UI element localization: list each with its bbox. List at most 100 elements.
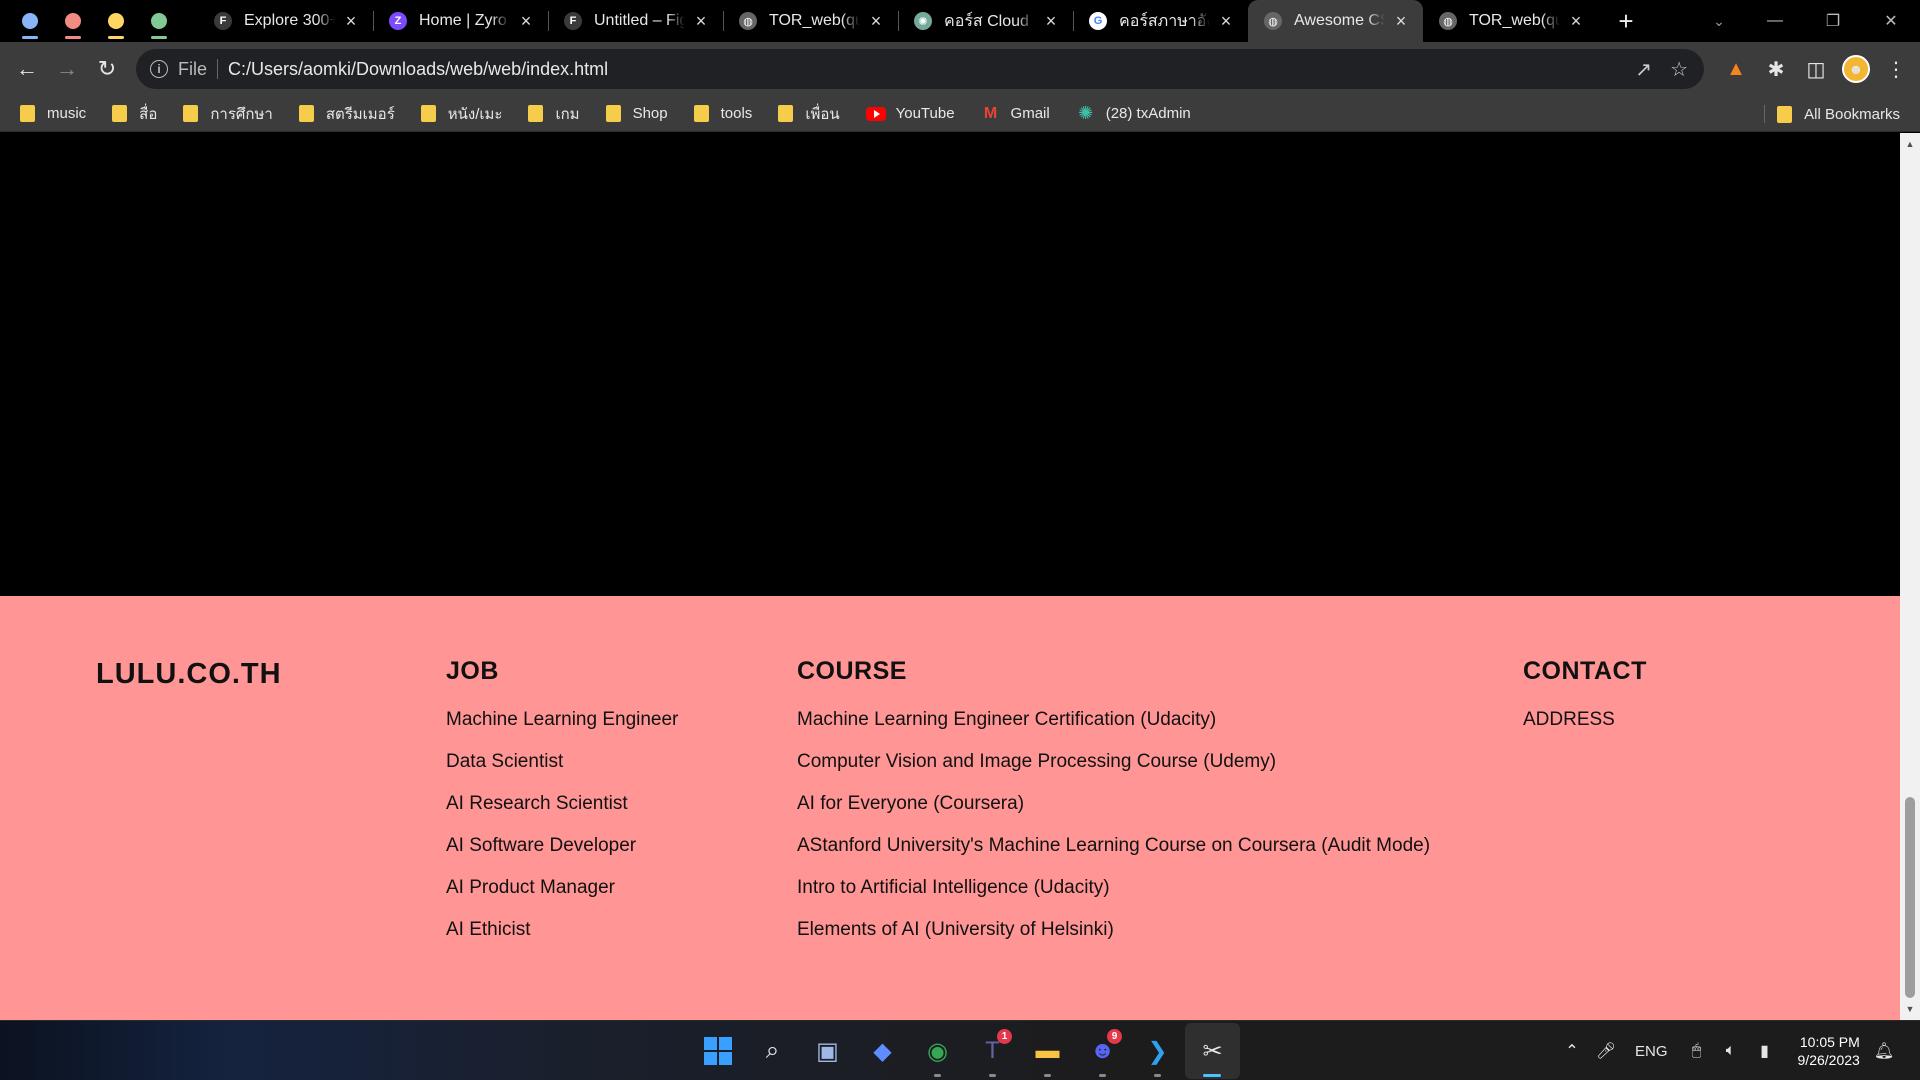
chrome-icon: ◉ (927, 1037, 948, 1065)
tab-group-0[interactable] (22, 13, 38, 39)
address-url[interactable]: C:/Users/aomki/Downloads/web/web/index.h… (228, 59, 608, 80)
job-link[interactable]: AI Product Manager (446, 877, 678, 919)
job-link[interactable]: AI Ethicist (446, 919, 678, 961)
tab-group-1[interactable] (65, 13, 81, 39)
restore-icon[interactable]: ❐ (1804, 0, 1862, 42)
discord-app[interactable]: ☻ 9 (1075, 1023, 1130, 1079)
course-link[interactable]: Elements of AI (University of Helsinki) (797, 919, 1430, 961)
bookmark-6[interactable]: Shop (605, 99, 678, 129)
close-window-icon[interactable]: ✕ (1862, 0, 1920, 42)
job-link[interactable]: Data Scientist (446, 751, 678, 793)
chrome-app[interactable]: ◉ (910, 1023, 965, 1079)
tab-1[interactable]: Z Home | Zyro W × (373, 0, 548, 42)
side-panel-icon[interactable]: ◫ (1796, 49, 1836, 89)
tab-close-icon[interactable]: × (341, 11, 361, 31)
bookmark-9[interactable]: YouTube (865, 99, 965, 129)
vscode-app[interactable]: ❯ (1130, 1023, 1185, 1079)
tab-5[interactable]: G คอร์สภาษาอังกฤษ × (1073, 0, 1248, 42)
task-view-app[interactable]: ▣ (800, 1023, 855, 1079)
tab-group-2[interactable] (108, 13, 124, 39)
address-actions: ↗ ☆ (1635, 49, 1688, 89)
footer-heading-contact: CONTACT (1523, 657, 1647, 685)
running-indicator (1044, 1074, 1051, 1077)
tab-0[interactable]: F Explore 300+ × (198, 0, 373, 42)
folder-icon (420, 105, 436, 122)
profile-avatar[interactable]: ☻ (1836, 49, 1876, 89)
bookmark-star-icon[interactable]: ☆ (1670, 57, 1688, 82)
tab-close-icon[interactable]: × (1391, 11, 1411, 31)
tab-search-icon[interactable]: ⌄ (1704, 0, 1734, 42)
reload-icon[interactable]: ↻ (87, 49, 127, 89)
running-indicator (989, 1074, 996, 1077)
bookmark-label: การศึกษา (210, 105, 273, 123)
snipping-tool-app[interactable]: ✂ (1185, 1023, 1240, 1079)
footer-heading-job: JOB (446, 657, 499, 685)
job-link[interactable]: AI Research Scientist (446, 793, 678, 835)
tab-close-icon[interactable]: × (691, 11, 711, 31)
job-link[interactable]: Machine Learning Engineer (446, 709, 678, 751)
bookmark-2[interactable]: การศึกษา (183, 99, 282, 129)
bookmark-3[interactable]: สตรีมเมอร์ (298, 99, 405, 129)
bookmark-10[interactable]: M Gmail (981, 99, 1060, 129)
tab-close-icon[interactable]: × (1566, 11, 1586, 31)
search-button[interactable]: ⌕ (745, 1023, 800, 1079)
minimize-icon[interactable]: — (1746, 0, 1804, 42)
tab-7[interactable]: ◍ TOR_web(quiz × (1423, 0, 1598, 42)
footer-brand[interactable]: LULU.CO.TH (96, 658, 282, 691)
microphone-icon[interactable]: 🎤︎ (1591, 1036, 1621, 1066)
copilot-app[interactable]: ◆ (855, 1023, 910, 1079)
tab-6[interactable]: ◍ Awesome CSS × (1248, 0, 1423, 42)
contact-link[interactable]: ADDRESS (1523, 709, 1647, 751)
bookmark-11[interactable]: ✺ (28) txAdmin (1076, 99, 1201, 129)
tab-2[interactable]: F Untitled – Figma × (548, 0, 723, 42)
bookmark-7[interactable]: tools (693, 99, 763, 129)
course-link[interactable]: Machine Learning Engineer Certification … (797, 709, 1430, 751)
input-language[interactable]: ENG (1635, 1043, 1668, 1060)
tab-close-icon[interactable]: × (1041, 11, 1061, 31)
bookmark-4[interactable]: หนัง/เมะ (420, 99, 513, 129)
gmail-icon: M (983, 104, 998, 122)
teams-app[interactable]: T1 (965, 1023, 1020, 1079)
scroll-down-icon[interactable]: ▼ (1900, 1000, 1920, 1018)
course-link[interactable]: AStanford University's Machine Learning … (797, 835, 1430, 877)
bookmark-8[interactable]: เพื่อน (778, 99, 849, 129)
share-icon[interactable]: ↗ (1635, 57, 1652, 82)
clock[interactable]: 10:05 PM 9/26/2023 (1798, 1033, 1860, 1069)
bookmark-5[interactable]: เกม (528, 99, 589, 129)
address-bar[interactable]: i File C:/Users/aomki/Downloads/web/web/… (136, 49, 1704, 89)
tab-close-icon[interactable]: × (516, 11, 536, 31)
tab-group-3[interactable] (151, 13, 167, 39)
show-hidden-icons-icon[interactable]: ⌃ (1557, 1036, 1587, 1066)
all-bookmarks-button[interactable]: All Bookmarks (1777, 99, 1900, 129)
folder-icon: ▬ (1035, 1037, 1060, 1064)
scrollbar-thumb[interactable] (1905, 797, 1915, 998)
volume-icon[interactable]: 🔈︎ (1716, 1036, 1746, 1066)
tab-close-icon[interactable]: × (1216, 11, 1236, 31)
course-link[interactable]: Intro to Artificial Intelligence (Udacit… (797, 877, 1430, 919)
tab-3[interactable]: ◍ TOR_web(quiz × (723, 0, 898, 42)
page-scrollbar[interactable]: ▲ ▼ (1900, 133, 1920, 1020)
scroll-up-icon[interactable]: ▲ (1900, 135, 1920, 153)
network-icon[interactable]: 🖱︎ (1682, 1036, 1712, 1066)
site-info-icon[interactable]: i (150, 60, 168, 78)
windows-taskbar: ⌕ ▣ ◆ ◉ T 1 ▬ ☻ 9 ❯ ✂ ⌃ 🎤︎ ENG 🖱︎ 🔈︎ ▮ 10:05 PM 9/… (0, 1020, 1920, 1080)
extensions-puzzle-icon[interactable]: ✱ (1756, 49, 1796, 89)
file-explorer-app[interactable]: ▬ (1020, 1023, 1075, 1079)
course-link[interactable]: Computer Vision and Image Processing Cou… (797, 751, 1430, 793)
course-link[interactable]: AI for Everyone (Coursera) (797, 793, 1430, 835)
start-button[interactable] (690, 1023, 745, 1079)
forward-icon[interactable]: → (47, 49, 87, 89)
job-link[interactable]: AI Software Developer (446, 835, 678, 877)
tab-close-icon[interactable]: × (866, 11, 886, 31)
notification-bell-icon[interactable]: 🔔︎ (1874, 1041, 1894, 1061)
bookmark-1[interactable]: สื่อ (112, 99, 167, 129)
menu-kebab-icon[interactable]: ⋮ (1876, 49, 1916, 89)
tab-4[interactable]: ✺ คอร์ส Cloud Engineer × (898, 0, 1073, 42)
metamask-icon[interactable]: ▲ (1716, 49, 1756, 89)
battery-icon[interactable]: ▮ (1750, 1036, 1780, 1066)
footer-col-contact: CONTACT ADDRESS (1523, 657, 1647, 751)
bookmark-0[interactable]: music (20, 99, 96, 129)
vscode-icon: ❯ (1147, 1037, 1168, 1065)
back-icon[interactable]: ← (7, 49, 47, 89)
new-tab-button[interactable]: + (1606, 0, 1646, 42)
